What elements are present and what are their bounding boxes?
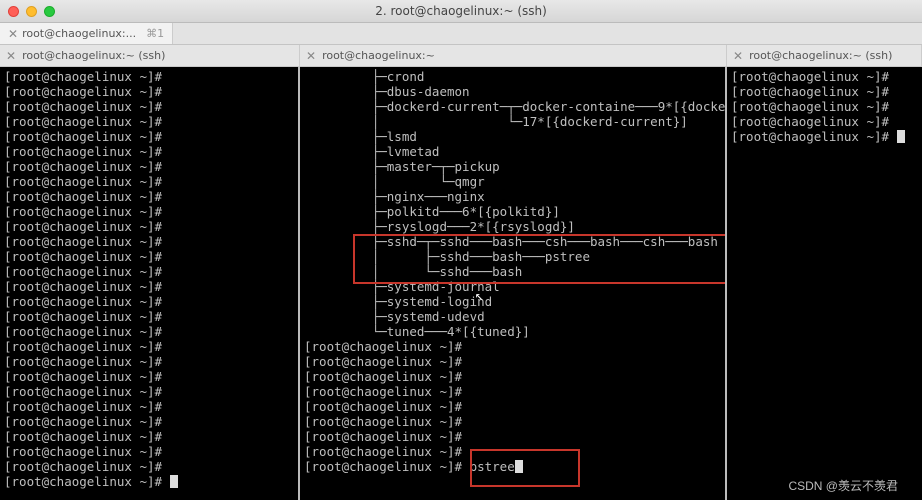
pane-header-label: root@chaogelinux:~ (ssh) [749, 49, 892, 62]
window-title-bar: 2. root@chaogelinux:~ (ssh) [0, 0, 922, 23]
terminal-pane-1[interactable]: [root@chaogelinux ~]# [root@chaogelinux … [0, 67, 300, 500]
tab-label: root@chaogelinux:... [22, 27, 136, 40]
pane-header-1[interactable]: ✕ root@chaogelinux:~ (ssh) [0, 45, 300, 66]
session-tab-strip: ✕ root@chaogelinux:... ⌘1 [0, 23, 922, 45]
pane-header-label: root@chaogelinux:~ (ssh) [22, 49, 165, 62]
minimize-window-icon[interactable] [26, 6, 37, 17]
terminal-prompts: [root@chaogelinux ~]# [root@chaogelinux … [304, 339, 721, 459]
close-pane-icon[interactable]: ✕ [6, 49, 16, 63]
traffic-lights [8, 6, 55, 17]
window-title: 2. root@chaogelinux:~ (ssh) [0, 4, 922, 18]
terminal-pane-2[interactable]: ├─crond ├─dbus-daemon ├─dockerd-current─… [300, 67, 727, 500]
zoom-window-icon[interactable] [44, 6, 55, 17]
close-window-icon[interactable] [8, 6, 19, 17]
terminal-output: [root@chaogelinux ~]# [root@chaogelinux … [731, 69, 918, 144]
pstree-output: ├─crond ├─dbus-daemon ├─dockerd-current─… [304, 69, 721, 339]
pane-header-2[interactable]: ✕ root@chaogelinux:~ [300, 45, 727, 66]
close-pane-icon[interactable]: ✕ [306, 49, 316, 63]
terminal-pane-3[interactable]: [root@chaogelinux ~]# [root@chaogelinux … [727, 67, 922, 500]
tab-shortcut: ⌘1 [146, 27, 164, 40]
terminal-panes: [root@chaogelinux ~]# [root@chaogelinux … [0, 67, 922, 500]
terminal-current-line: [root@chaogelinux ~]# pstree [304, 459, 721, 474]
pane-header-3[interactable]: ✕ root@chaogelinux:~ (ssh) [727, 45, 922, 66]
terminal-output: [root@chaogelinux ~]# [root@chaogelinux … [4, 69, 294, 489]
pane-header-row: ✕ root@chaogelinux:~ (ssh) ✕ root@chaoge… [0, 45, 922, 67]
session-tab-1[interactable]: ✕ root@chaogelinux:... ⌘1 [0, 23, 173, 44]
watermark: CSDN @羡云不羡君 [788, 477, 898, 494]
pane-header-label: root@chaogelinux:~ [322, 49, 435, 62]
close-tab-icon[interactable]: ✕ [8, 27, 18, 41]
close-pane-icon[interactable]: ✕ [733, 49, 743, 63]
